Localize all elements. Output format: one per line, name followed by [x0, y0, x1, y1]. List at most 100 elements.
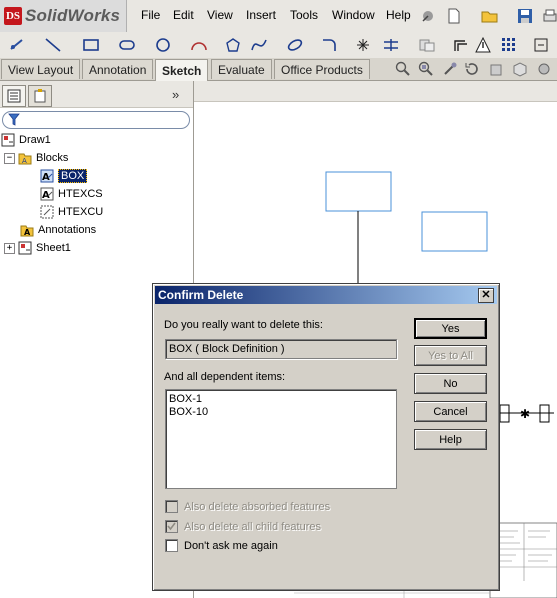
menu-file[interactable]: File — [141, 8, 160, 22]
dependents-label: And all dependent items: — [164, 371, 286, 383]
slot-tool-icon[interactable] — [114, 35, 140, 55]
collapse-icon[interactable]: − — [4, 152, 15, 164]
panel-header: » — [0, 81, 193, 108]
app-logo: DS SolidWorks — [4, 5, 120, 27]
yes-to-all-button-label: Yes to All — [428, 349, 473, 362]
expand-icon[interactable]: + — [4, 242, 15, 254]
move-entities-icon[interactable] — [530, 35, 552, 55]
sheet-icon — [18, 241, 32, 255]
block-definition-icon: A — [40, 187, 54, 201]
spline-tool-icon[interactable] — [246, 35, 272, 55]
save-icon[interactable] — [515, 6, 535, 26]
block-definition-icon: A — [40, 169, 54, 183]
pan-view-icon[interactable] — [488, 61, 504, 77]
offset-entities-icon[interactable] — [452, 35, 470, 55]
tab-annotation[interactable]: Annotation — [82, 59, 154, 79]
dialog-title-bar[interactable]: Confirm Delete ✕ — [155, 286, 497, 304]
filter-icon — [8, 113, 20, 129]
no-button[interactable]: No — [414, 373, 487, 394]
zoom-to-fit-icon[interactable] — [395, 61, 411, 77]
cancel-button-label: Cancel — [433, 405, 468, 418]
point-tool-icon[interactable] — [354, 35, 372, 55]
tree-item-block-box[interactable]: A BOX — [40, 167, 88, 185]
child-features-checkbox[interactable] — [165, 520, 178, 533]
new-document-icon[interactable] — [444, 6, 464, 26]
drawing-icon — [1, 133, 15, 147]
tree-item-label: Annotations — [38, 224, 97, 236]
fillet-tool-icon[interactable] — [316, 35, 342, 55]
linear-pattern-icon[interactable] — [498, 35, 520, 55]
tab-view-layout[interactable]: View Layout — [1, 59, 81, 79]
absorbed-features-checkbox[interactable] — [165, 500, 178, 513]
tab-office-products[interactable]: Office Products — [274, 59, 370, 79]
absorbed-features-label: Also delete absorbed features — [184, 500, 331, 513]
help-button-label: Help — [439, 433, 462, 446]
dont-ask-label: Don't ask me again — [184, 539, 278, 552]
dont-ask-option[interactable]: Don't ask me again — [165, 539, 278, 552]
tree-item-label: Blocks — [36, 152, 69, 164]
tree-item-drawing[interactable]: Draw1 — [1, 131, 51, 149]
block-box-instance-2 — [421, 211, 488, 252]
tree-item-sheet[interactable]: + Sheet1 — [4, 239, 71, 257]
title-block — [489, 522, 557, 598]
svg-text:A: A — [24, 228, 31, 237]
menu-help[interactable]: Help — [386, 8, 411, 22]
list-item[interactable]: BOX-10 — [169, 406, 208, 418]
tree-item-annotations[interactable]: A Annotations — [20, 221, 96, 239]
zoom-in-out-icon[interactable] — [442, 61, 458, 77]
menu-window[interactable]: Window — [332, 8, 375, 22]
warning-icon[interactable] — [474, 35, 492, 55]
feature-tree-tab-icon[interactable] — [2, 85, 26, 107]
open-folder-icon[interactable] — [480, 6, 500, 26]
tree-item-label: Sheet1 — [36, 242, 71, 254]
menu-insert[interactable]: Insert — [246, 8, 276, 22]
rectangle-tool-icon[interactable] — [78, 35, 104, 55]
confirm-delete-dialog: Confirm Delete ✕ Do you really want to d… — [152, 283, 500, 591]
cancel-button[interactable]: Cancel — [414, 401, 487, 422]
close-icon[interactable]: ✕ — [478, 288, 494, 303]
no-button-label: No — [443, 377, 458, 390]
tree-filter-input[interactable] — [2, 111, 190, 129]
pin-icon[interactable] — [418, 6, 438, 26]
tab-sketch[interactable]: Sketch — [155, 59, 209, 81]
yes-to-all-button[interactable]: Yes to All — [414, 345, 487, 366]
blocks-folder-icon: A — [18, 151, 32, 165]
tree-item-block-htexcu[interactable]: HTEXCU — [40, 203, 103, 221]
circle-tool-icon[interactable] — [150, 35, 176, 55]
tree-item-block-htexcs[interactable]: A HTEXCS — [40, 185, 103, 203]
menu-tools[interactable]: Tools — [290, 8, 318, 22]
child-features-option[interactable]: Also delete all child features — [165, 520, 321, 533]
ellipse-tool-icon[interactable] — [282, 35, 308, 55]
checkmark-icon — [167, 522, 176, 531]
collapse-panel-icon[interactable]: » — [172, 87, 179, 102]
smart-dimension-icon[interactable] — [4, 35, 30, 55]
line-tool-icon[interactable] — [40, 35, 66, 55]
tree-item-blocks[interactable]: − A Blocks — [4, 149, 68, 167]
dialog-title: Confirm Delete — [158, 288, 244, 302]
view-orientation-icon[interactable] — [512, 61, 528, 77]
help-button[interactable]: Help — [414, 429, 487, 450]
yes-button-label: Yes — [441, 322, 460, 335]
polygon-tool-icon[interactable] — [222, 35, 244, 55]
arc-tool-icon[interactable] — [186, 35, 212, 55]
property-manager-tab-icon[interactable] — [28, 85, 52, 107]
tree-item-label: HTEXCS — [58, 188, 103, 200]
menu-edit[interactable]: Edit — [173, 8, 194, 22]
dont-ask-checkbox[interactable] — [165, 539, 178, 552]
convert-entities-icon[interactable] — [414, 35, 440, 55]
dependents-list[interactable]: BOX-1 BOX-10 — [165, 389, 397, 489]
display-style-icon[interactable] — [536, 61, 554, 77]
delete-question: Do you really want to delete this: — [164, 319, 323, 331]
menu-view[interactable]: View — [207, 8, 233, 22]
rotate-view-icon[interactable] — [464, 61, 480, 77]
zoom-area-icon[interactable] — [418, 61, 434, 77]
delete-target-value: BOX ( Block Definition ) — [169, 343, 285, 355]
svg-text:A: A — [22, 157, 27, 165]
list-item[interactable]: BOX-1 — [169, 393, 202, 405]
yes-button[interactable]: Yes — [414, 318, 487, 339]
tree-item-label: BOX — [58, 169, 88, 183]
absorbed-features-option[interactable]: Also delete absorbed features — [165, 500, 330, 513]
trim-tool-icon[interactable] — [378, 35, 404, 55]
tab-evaluate[interactable]: Evaluate — [211, 59, 272, 79]
print-icon[interactable] — [540, 6, 557, 26]
